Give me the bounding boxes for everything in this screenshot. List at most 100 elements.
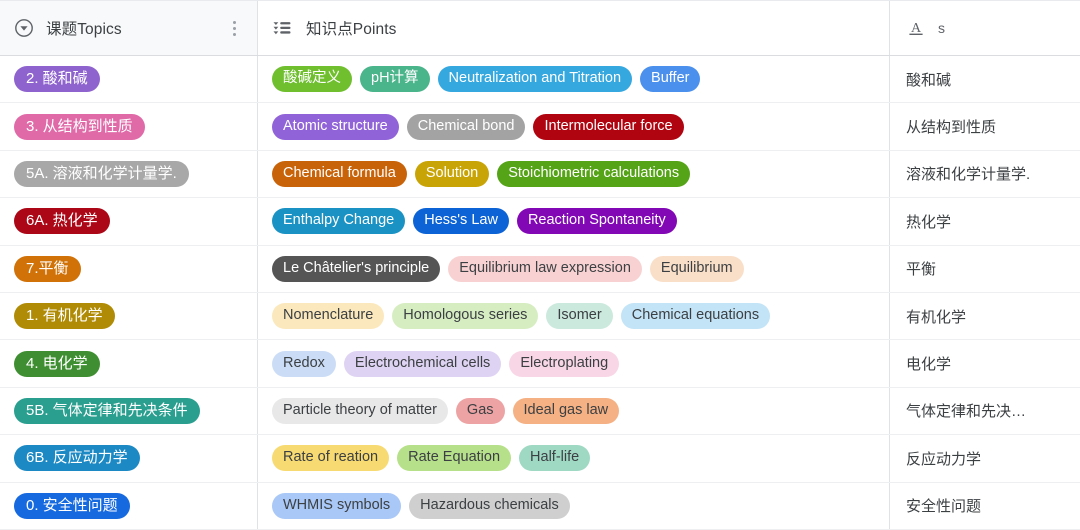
cell-topic[interactable]: 6A. 热化学 (0, 198, 258, 245)
topic-chip[interactable]: 0. 安全性问题 (14, 492, 130, 519)
point-chip[interactable]: Chemical bond (406, 113, 526, 140)
cell-points[interactable]: Nomenclature Homologous series Isomer Chemi… (258, 292, 890, 340)
cell-topic[interactable]: 4. 电化学 (0, 340, 258, 387)
cell-points[interactable]: Redox Electrochemical cells Electroplating (258, 340, 890, 387)
text-value: 从结构到性质 (906, 119, 997, 137)
point-chip[interactable]: Nomenclature (272, 303, 385, 330)
topic-chip[interactable]: 7.平衡 (14, 255, 81, 282)
point-chip[interactable]: Rate of reation (272, 445, 390, 472)
point-chip[interactable]: Particle theory of matter (272, 397, 448, 424)
cell-text[interactable]: 平衡 (890, 246, 1080, 292)
cell-points[interactable]: Atomic structure Chemical bond Intermolecu… (258, 103, 890, 150)
point-chip[interactable]: Hazardous chemicals (409, 492, 570, 519)
cell-points[interactable]: Chemical formula Solution Stoichiometric c… (258, 150, 890, 198)
cell-topic[interactable]: 6B. 反应动力学 (0, 435, 258, 482)
column-header-text[interactable]: A s (890, 1, 1080, 55)
column-header-points[interactable]: 知识点Points (258, 1, 890, 55)
text-value: 反应动力学 (906, 450, 982, 468)
cell-topic[interactable]: 1. 有机化学 (0, 292, 258, 340)
circle-caret-down-icon[interactable] (14, 18, 34, 38)
kebab-menu-icon[interactable] (227, 18, 241, 38)
topic-chip[interactable]: 5B. 气体定律和先决条件 (14, 397, 200, 424)
column-header-topics[interactable]: 课题Topics (0, 1, 258, 55)
cell-topic[interactable]: 2. 酸和碱 (0, 56, 258, 103)
topic-chip[interactable]: 6B. 反应动力学 (14, 445, 140, 472)
point-chip[interactable]: WHMIS symbols (272, 492, 402, 519)
cell-text[interactable]: 溶液和化学计量学. (890, 151, 1080, 197)
cell-topic[interactable]: 3. 从结构到性质 (0, 103, 258, 150)
point-chip[interactable]: pH计算 (360, 66, 430, 93)
text-value: 平衡 (906, 261, 937, 279)
cell-topic[interactable]: 5B. 气体定律和先决条件 (0, 387, 258, 435)
point-chip[interactable]: Electrochemical cells (343, 350, 502, 377)
point-chip[interactable]: Hess's Law (413, 208, 509, 235)
cell-text[interactable]: 安全性问题 (890, 483, 1080, 529)
point-chip[interactable]: Equilibrium (649, 255, 744, 282)
cell-points[interactable]: WHMIS symbols Hazardous chemicals (258, 482, 890, 529)
point-chip[interactable]: Equilibrium law expression (448, 255, 642, 282)
point-chip[interactable]: Redox (272, 350, 336, 377)
point-chip[interactable]: Solution (414, 160, 490, 187)
point-chip[interactable]: 酸碱定义 (272, 66, 352, 93)
point-chip[interactable]: Electroplating (509, 350, 620, 377)
cell-points[interactable]: Particle theory of matter Gas Ideal gas la… (258, 387, 890, 435)
point-chip[interactable]: Half-life (519, 445, 591, 472)
text-value: 气体定律和先决… (906, 403, 1027, 421)
point-chip[interactable]: Gas (455, 397, 505, 424)
point-chip[interactable]: Homologous series (392, 303, 539, 330)
column-header-text-label: s (938, 20, 946, 36)
table-row: 5B. 气体定律和先决条件 Particle theory of matter Ga… (0, 387, 1080, 436)
point-chip[interactable]: Enthalpy Change (272, 208, 406, 235)
point-chip[interactable]: Neutralization and Titration (437, 66, 633, 93)
point-chip[interactable]: Intermolecular force (533, 113, 684, 140)
cell-points[interactable]: 酸碱定义 pH计算 Neutralization and Titration Buff… (258, 56, 890, 103)
topics-points-table: 课题Topics 知识点Points A s 2. 酸和碱 酸碱定义 pH计算 … (0, 0, 1080, 530)
topic-chip[interactable]: 3. 从结构到性质 (14, 113, 145, 140)
point-chip[interactable]: Rate Equation (397, 445, 512, 472)
table-row: 6B. 反应动力学 Rate of reation Rate Equation Hal… (0, 435, 1080, 483)
table-row: 0. 安全性问题 WHMIS symbols Hazardous chemicals… (0, 482, 1080, 530)
cell-text[interactable]: 反应动力学 (890, 435, 1080, 481)
topic-chip[interactable]: 5A. 溶液和化学计量学. (14, 160, 189, 187)
text-value: 有机化学 (906, 308, 967, 326)
column-header-topics-label: 课题Topics (46, 21, 122, 38)
cell-points[interactable]: Rate of reation Rate Equation Half-life (258, 435, 890, 482)
topic-chip[interactable]: 4. 电化学 (14, 350, 100, 377)
cell-points[interactable]: Enthalpy Change Hess's Law Reaction Sponta… (258, 198, 890, 245)
point-chip[interactable]: Le Châtelier's principle (272, 255, 441, 282)
cell-topic[interactable]: 5A. 溶液和化学计量学. (0, 150, 258, 198)
cell-text[interactable]: 有机化学 (890, 293, 1080, 339)
point-chip[interactable]: Chemical equations (620, 303, 771, 330)
underlined-a-text-icon: A (906, 18, 926, 38)
point-chip[interactable]: Stoichiometric calculations (497, 160, 691, 187)
cell-text[interactable]: 热化学 (890, 198, 1080, 244)
point-chip[interactable]: Atomic structure (272, 113, 399, 140)
table-row: 6A. 热化学 Enthalpy Change Hess's Law Reaction… (0, 198, 1080, 246)
topic-chip[interactable]: 2. 酸和碱 (14, 66, 100, 93)
column-header-points-label: 知识点Points (306, 21, 397, 38)
point-chip[interactable]: Isomer (546, 303, 613, 330)
table-row: 7.平衡 Le Châtelier's principle Equilibrium … (0, 245, 1080, 293)
table-row: 3. 从结构到性质 Atomic structure Chemical bond In… (0, 103, 1080, 151)
table-row: 2. 酸和碱 酸碱定义 pH计算 Neutralization and Titrati… (0, 56, 1080, 104)
point-chip[interactable]: Chemical formula (272, 160, 407, 187)
point-chip[interactable]: Ideal gas law (512, 397, 620, 424)
text-value: 电化学 (906, 356, 952, 374)
multi-select-list-icon (272, 18, 292, 38)
point-chip[interactable]: Buffer (640, 66, 701, 93)
table-body: 2. 酸和碱 酸碱定义 pH计算 Neutralization and Titrati… (0, 56, 1080, 530)
cell-text[interactable]: 从结构到性质 (890, 103, 1080, 149)
svg-text:A: A (911, 21, 922, 36)
point-chip[interactable]: Reaction Spontaneity (516, 208, 677, 235)
cell-points[interactable]: Le Châtelier's principle Equilibrium law … (258, 245, 890, 292)
table-row: 5A. 溶液和化学计量学. Chemical formula Solution Sto… (0, 150, 1080, 199)
cell-text[interactable]: 气体定律和先决… (890, 388, 1080, 434)
cell-topic[interactable]: 7.平衡 (0, 245, 258, 292)
table-header-row: 课题Topics 知识点Points A s (0, 1, 1080, 56)
cell-topic[interactable]: 0. 安全性问题 (0, 482, 258, 529)
topic-chip[interactable]: 6A. 热化学 (14, 208, 110, 235)
topic-chip[interactable]: 1. 有机化学 (14, 303, 115, 330)
cell-text[interactable]: 酸和碱 (890, 56, 1080, 102)
table-row: 1. 有机化学 Nomenclature Homologous series Isom… (0, 292, 1080, 341)
cell-text[interactable]: 电化学 (890, 340, 1080, 386)
